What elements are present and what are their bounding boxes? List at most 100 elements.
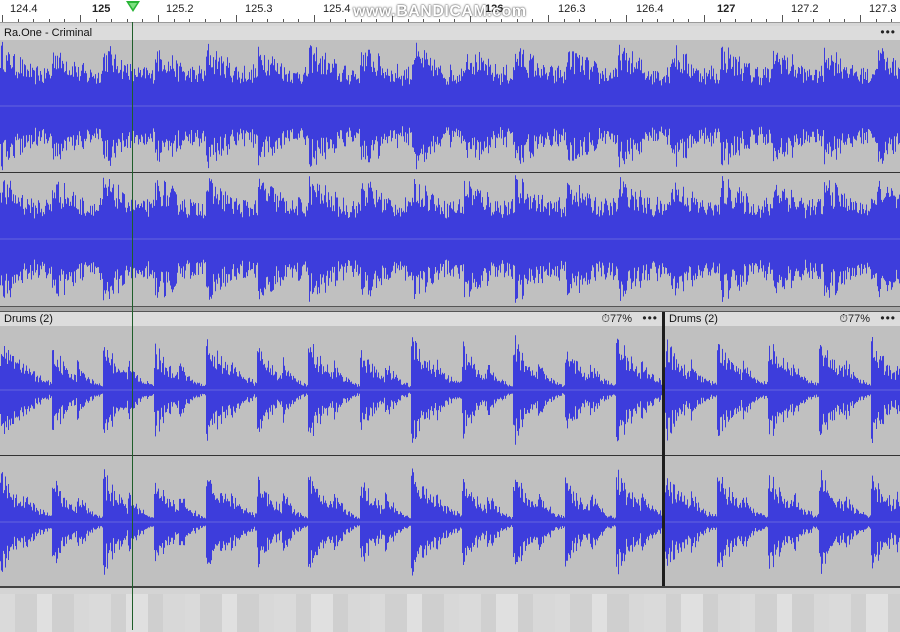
strip-cell: [222, 594, 237, 632]
ruler-tick: [548, 15, 549, 22]
strip-cell: [533, 594, 555, 632]
ruler-tick: [782, 15, 783, 22]
more-icon[interactable]: •••: [880, 312, 896, 324]
ruler-tick: [688, 19, 689, 22]
strip-cell: [851, 594, 866, 632]
strip-cell: [259, 594, 274, 632]
ruler-tick: [345, 19, 346, 22]
strip-cell: [755, 594, 777, 632]
ruler-tick: [2, 15, 3, 22]
ruler-tick: [860, 15, 861, 22]
clip-speed: ⏱77%: [601, 312, 632, 326]
strip-cell: [481, 594, 496, 632]
strip-cell: [866, 594, 888, 632]
ruler-tick: [111, 19, 112, 22]
strip-cell: [777, 594, 792, 632]
strip-cell: [496, 594, 518, 632]
ruler-tick: [142, 19, 143, 22]
strip-cell: [348, 594, 370, 632]
more-icon[interactable]: •••: [642, 312, 658, 324]
clock-icon: ⏱: [839, 313, 848, 325]
clip-name: Ra.One - Criminal: [4, 27, 93, 39]
waveform-drums-1[interactable]: [0, 326, 662, 586]
ruler-tick-label: 125.2: [166, 3, 194, 15]
ruler-tick: [267, 19, 268, 22]
ruler-tick: [33, 19, 34, 22]
ruler-tick-label: 127.3: [869, 3, 897, 15]
strip-cell: [570, 594, 592, 632]
strip-cell: [888, 594, 900, 632]
ruler-tick: [720, 19, 721, 22]
strip-cell: [148, 594, 163, 632]
ruler-tick: [876, 19, 877, 22]
strip-cell: [444, 594, 459, 632]
ruler-tick: [642, 19, 643, 22]
ruler-tick: [657, 19, 658, 22]
ruler-tick: [314, 15, 315, 22]
speed-value: 77%: [609, 313, 632, 325]
waveform-drums-2[interactable]: [665, 326, 900, 586]
clip-speed: ⏱77%: [839, 312, 870, 326]
ruler-tick-label: 126.4: [636, 3, 664, 15]
ruler-tick: [80, 15, 81, 22]
ruler-tick-label: 126.3: [558, 3, 586, 15]
ruler-tick: [813, 19, 814, 22]
play-position-line: [132, 22, 133, 630]
ruler-tick-label: 124.4: [10, 3, 38, 15]
ruler-tick: [18, 19, 19, 22]
clip-boundary[interactable]: [662, 312, 665, 586]
ruler-tick: [174, 19, 175, 22]
ruler-tick: [751, 19, 752, 22]
waveform-song[interactable]: [0, 40, 900, 306]
clip-name: Drums (2): [669, 313, 718, 325]
strip-cell: [89, 594, 111, 632]
ruler-tick: [64, 19, 65, 22]
strip-cell: [792, 594, 814, 632]
ruler-tick: [610, 19, 611, 22]
clip-header-song[interactable]: Ra.One - Criminal •••: [0, 26, 900, 40]
ruler-tick: [673, 19, 674, 22]
ruler-tick: [298, 19, 299, 22]
strip-cell: [311, 594, 333, 632]
empty-track-area[interactable]: [0, 586, 900, 632]
ruler-tick: [626, 15, 627, 22]
ruler-tick: [283, 19, 284, 22]
speed-value: 77%: [847, 313, 870, 325]
clip-header-drums-1[interactable]: Drums (2) ⏱77% •••: [0, 312, 662, 326]
timeline-ruler[interactable]: 124.4 125 125.2 125.3 125.4 126 126.3 12…: [0, 0, 900, 23]
strip-cell: [126, 594, 148, 632]
strip-cell: [518, 594, 533, 632]
strip-cell: [52, 594, 74, 632]
ruler-tick: [127, 19, 128, 22]
ruler-tick-label: 125.4: [323, 3, 351, 15]
ruler-tick-label: 125.3: [245, 3, 273, 15]
strip-cell: [333, 594, 348, 632]
ruler-tick: [735, 19, 736, 22]
ruler-tick: [532, 19, 533, 22]
strip-cell: [459, 594, 481, 632]
strip-cell: [296, 594, 311, 632]
clip-header-drums-2[interactable]: Drums (2) ⏱77% •••: [665, 312, 900, 326]
strip-cell: [407, 594, 422, 632]
strip-cell: [15, 594, 37, 632]
ruler-tick: [595, 19, 596, 22]
ruler-tick: [189, 19, 190, 22]
strip-cell: [237, 594, 259, 632]
ruler-tick-label: 127.2: [791, 3, 819, 15]
strip-cell: [740, 594, 755, 632]
ruler-tick: [844, 19, 845, 22]
strip-cell: [185, 594, 200, 632]
ruler-tick-label: 127: [717, 3, 736, 15]
clock-icon: ⏱: [601, 313, 610, 325]
ruler-tick: [220, 19, 221, 22]
strip-cell: [607, 594, 629, 632]
ruler-tick: [252, 19, 253, 22]
strip-cell: [718, 594, 740, 632]
strip-cell: [422, 594, 444, 632]
playhead-triangle-icon[interactable]: [126, 1, 140, 12]
ruler-tick: [96, 19, 97, 22]
ruler-tick: [158, 15, 159, 22]
strip-cell: [163, 594, 185, 632]
ruler-tick: [829, 19, 830, 22]
more-icon[interactable]: •••: [880, 26, 896, 38]
